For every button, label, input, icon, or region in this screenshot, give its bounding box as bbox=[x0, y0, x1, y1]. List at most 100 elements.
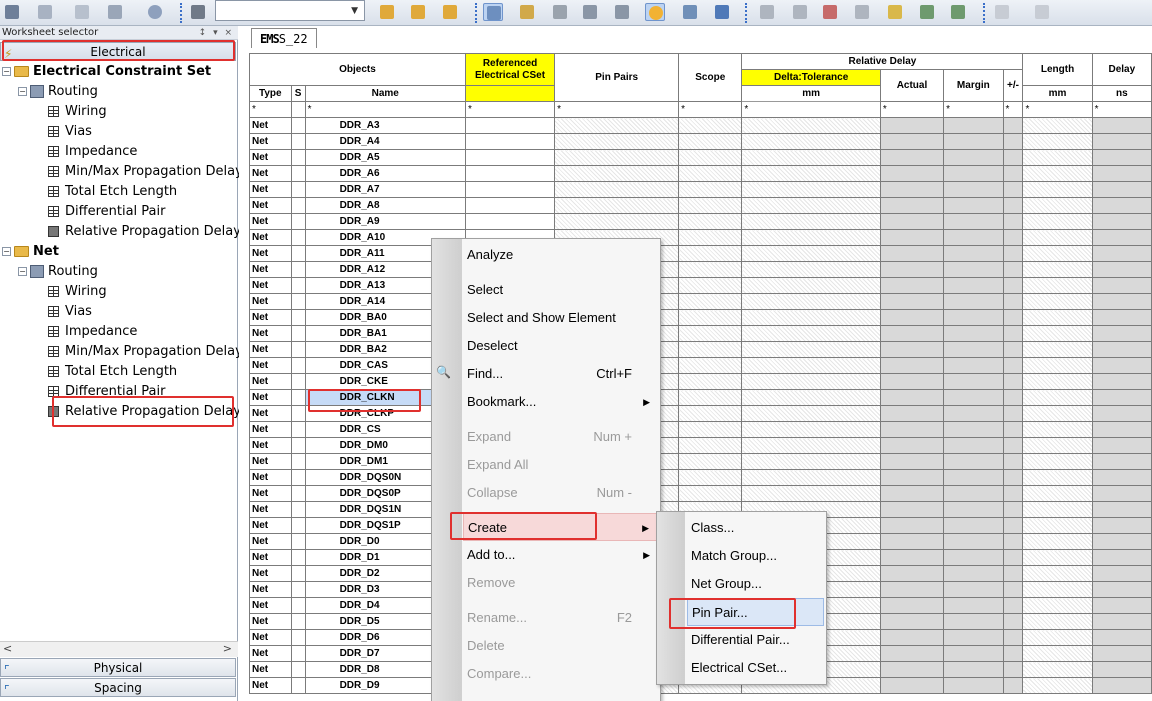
actual-cell[interactable] bbox=[879, 405, 945, 422]
toolbar-combo[interactable]: ▼ bbox=[215, 0, 365, 21]
referenced-cset-cell[interactable] bbox=[464, 165, 556, 182]
plus-minus-cell[interactable] bbox=[1002, 613, 1024, 630]
s-cell[interactable] bbox=[290, 629, 306, 646]
s-cell[interactable] bbox=[290, 197, 306, 214]
actual-cell[interactable] bbox=[879, 677, 945, 694]
s-cell[interactable] bbox=[290, 181, 306, 198]
length-cell[interactable] bbox=[1022, 245, 1093, 262]
plus-minus-cell[interactable] bbox=[1002, 437, 1024, 454]
filter-cell[interactable]: * bbox=[678, 101, 743, 118]
margin-cell[interactable] bbox=[943, 437, 1004, 454]
net-icon[interactable] bbox=[377, 3, 397, 21]
margin-cell[interactable] bbox=[943, 245, 1004, 262]
type-cell[interactable]: Net bbox=[249, 405, 292, 422]
margin-cell[interactable] bbox=[943, 229, 1004, 246]
delta-tolerance-cell[interactable] bbox=[741, 405, 881, 422]
actual-cell[interactable] bbox=[879, 565, 945, 582]
actual-cell[interactable] bbox=[879, 549, 945, 566]
worksheet-view-icon[interactable] bbox=[483, 3, 503, 21]
tree-y2-icon[interactable] bbox=[790, 3, 810, 21]
submenu-item-differential-pair[interactable]: Differential Pair... bbox=[687, 626, 824, 654]
plus-minus-cell[interactable] bbox=[1002, 373, 1024, 390]
actual-cell[interactable] bbox=[879, 645, 945, 662]
pin-pairs-cell[interactable] bbox=[554, 197, 680, 214]
delta-tolerance-cell[interactable] bbox=[741, 229, 881, 246]
tab-spacing[interactable]: ⌜ Spacing bbox=[0, 678, 236, 697]
actual-cell[interactable] bbox=[879, 501, 945, 518]
tree-star-icon[interactable] bbox=[885, 3, 905, 21]
plus-minus-cell[interactable] bbox=[1002, 581, 1024, 598]
type-cell[interactable]: Net bbox=[249, 245, 292, 262]
length-cell[interactable] bbox=[1022, 277, 1093, 294]
length-cell[interactable] bbox=[1022, 405, 1093, 422]
type-cell[interactable]: Net bbox=[249, 277, 292, 294]
actual-cell[interactable] bbox=[879, 517, 945, 534]
type-cell[interactable]: Net bbox=[249, 165, 292, 182]
actual-cell[interactable] bbox=[879, 629, 945, 646]
pin-pairs-cell[interactable] bbox=[554, 213, 680, 230]
type-cell[interactable]: Net bbox=[249, 229, 292, 246]
table-row[interactable]: Net DDR_A13 bbox=[249, 277, 1152, 294]
delay-cell[interactable] bbox=[1091, 565, 1152, 582]
table-row[interactable]: Net DDR_CLKP bbox=[249, 405, 1152, 422]
filter-cell[interactable] bbox=[290, 101, 306, 118]
scope-cell[interactable] bbox=[678, 165, 743, 182]
type-cell[interactable]: Net bbox=[249, 421, 292, 438]
tree-link-icon[interactable] bbox=[917, 3, 937, 21]
table-row[interactable]: Net DDR_A3 bbox=[249, 117, 1152, 134]
s-cell[interactable] bbox=[290, 485, 306, 502]
s-cell[interactable] bbox=[290, 437, 306, 454]
tree-item[interactable]: − Net bbox=[2, 242, 59, 262]
table-icon[interactable] bbox=[580, 3, 600, 21]
tree-item[interactable]: Impedance bbox=[40, 322, 137, 342]
actual-cell[interactable] bbox=[879, 389, 945, 406]
analyze-icon[interactable] bbox=[517, 3, 537, 21]
length-cell[interactable] bbox=[1022, 197, 1093, 214]
s-cell[interactable] bbox=[290, 613, 306, 630]
table-row[interactable]: Net DDR_CAS bbox=[249, 357, 1152, 374]
menu-item-remove[interactable]: Remove bbox=[463, 569, 658, 597]
actual-cell[interactable] bbox=[879, 437, 945, 454]
pin-pairs-cell[interactable] bbox=[554, 149, 680, 166]
margin-cell[interactable] bbox=[943, 517, 1004, 534]
collapse-toggle-icon[interactable]: − bbox=[2, 67, 11, 76]
type-cell[interactable]: Net bbox=[249, 309, 292, 326]
plus-minus-cell[interactable] bbox=[1002, 149, 1024, 166]
type-cell[interactable]: Net bbox=[249, 469, 292, 486]
delay-cell[interactable] bbox=[1091, 181, 1152, 198]
table-row[interactable]: Net DDR_CS bbox=[249, 421, 1152, 438]
tree-item[interactable]: Total Etch Length bbox=[40, 182, 177, 202]
s-cell[interactable] bbox=[290, 421, 306, 438]
length-cell[interactable] bbox=[1022, 261, 1093, 278]
table-row[interactable]: Net DDR_A8 bbox=[249, 197, 1152, 214]
submenu-item-match-group[interactable]: Match Group... bbox=[687, 542, 824, 570]
tree-item[interactable]: Wiring bbox=[40, 282, 107, 302]
margin-cell[interactable] bbox=[943, 357, 1004, 374]
delta-tolerance-cell[interactable] bbox=[741, 437, 881, 454]
delay-cell[interactable] bbox=[1091, 309, 1152, 326]
compare-icon[interactable] bbox=[550, 3, 570, 21]
s-cell[interactable] bbox=[290, 149, 306, 166]
actual-cell[interactable] bbox=[879, 581, 945, 598]
cut-icon[interactable] bbox=[35, 3, 55, 21]
table-row[interactable]: Net DDR_DM0 bbox=[249, 437, 1152, 454]
table-row[interactable]: Net DDR_A14 bbox=[249, 293, 1152, 310]
length-cell[interactable] bbox=[1022, 453, 1093, 470]
plus-minus-cell[interactable] bbox=[1002, 309, 1024, 326]
length-cell[interactable] bbox=[1022, 133, 1093, 150]
type-cell[interactable]: Net bbox=[249, 341, 292, 358]
table-row[interactable]: Net DDR_A10 bbox=[249, 229, 1152, 246]
delta-tolerance-cell[interactable] bbox=[741, 325, 881, 342]
length-cell[interactable] bbox=[1022, 341, 1093, 358]
margin-cell[interactable] bbox=[943, 117, 1004, 134]
plus-minus-cell[interactable] bbox=[1002, 629, 1024, 646]
pin-pairs-cell[interactable] bbox=[554, 165, 680, 182]
margin-cell[interactable] bbox=[943, 309, 1004, 326]
pin-pairs-cell[interactable] bbox=[554, 117, 680, 134]
delay-cell[interactable] bbox=[1091, 149, 1152, 166]
scope-cell[interactable] bbox=[678, 309, 743, 326]
tree-item[interactable]: Total Etch Length bbox=[40, 362, 177, 382]
menu-item-deselect[interactable]: Deselect bbox=[463, 332, 658, 360]
margin-cell[interactable] bbox=[943, 277, 1004, 294]
s-cell[interactable] bbox=[290, 357, 306, 374]
